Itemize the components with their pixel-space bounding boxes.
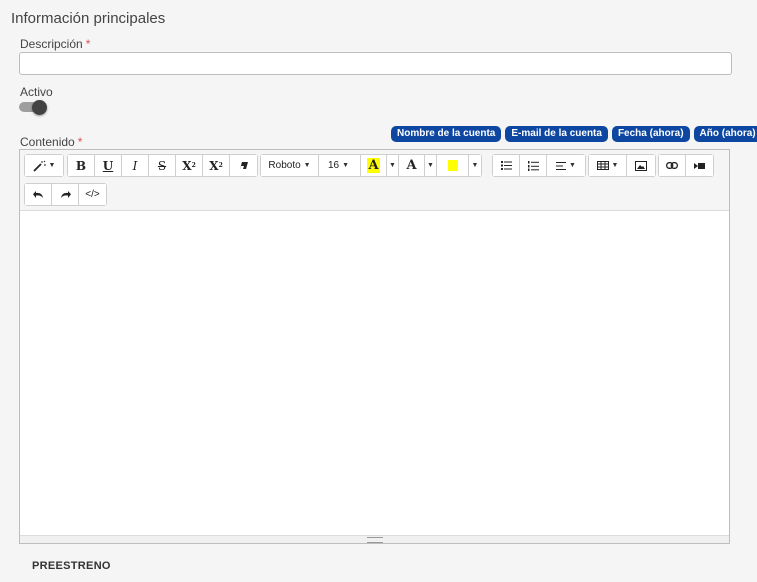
- description-label: Descripción *: [20, 37, 90, 51]
- chevron-down-icon: ▼: [611, 162, 619, 169]
- content-label-text: Contenido: [20, 135, 75, 149]
- chip-account-email[interactable]: E-mail de la cuenta: [505, 126, 608, 142]
- chevron-down-icon: ▼: [427, 162, 434, 169]
- resize-grip-icon: [367, 537, 383, 543]
- code-view-button[interactable]: </>: [79, 184, 106, 205]
- toggle-knob: [32, 100, 47, 115]
- paragraph-group: ▼: [492, 154, 586, 177]
- superscript-glyph: X: [182, 158, 192, 173]
- bullet-list-icon: [500, 161, 512, 170]
- highlight-color-button[interactable]: A: [361, 155, 387, 176]
- text-color-glyph: A: [406, 158, 417, 173]
- editor-resize-handle[interactable]: [20, 535, 729, 543]
- active-toggle[interactable]: [19, 100, 47, 115]
- chevron-down-icon: ▼: [569, 162, 576, 169]
- subscript-button[interactable]: X2: [203, 155, 230, 176]
- editor-toolbar: ▼ B U I S X2 X2 Roboto ▼ 16 ▼ A ▼ A ▼ ▼ …: [20, 150, 729, 211]
- ordered-list-button[interactable]: [520, 155, 547, 176]
- font-group: Roboto ▼ 16 ▼ A ▼ A ▼ ▼: [260, 154, 482, 177]
- description-label-text: Descripción: [20, 37, 83, 51]
- chevron-down-icon: ▼: [303, 162, 311, 169]
- subscript-glyph: X: [209, 158, 219, 173]
- highlight-color-dropdown[interactable]: ▼: [387, 155, 399, 176]
- font-family-value: Roboto: [268, 160, 301, 171]
- subscript-mark: 2: [218, 162, 223, 169]
- fill-color-button[interactable]: [437, 155, 469, 176]
- paragraph-align-dropdown[interactable]: ▼: [547, 155, 585, 176]
- underline-button[interactable]: U: [95, 155, 122, 176]
- superscript-button[interactable]: X2: [176, 155, 203, 176]
- fill-color-swatch: [447, 160, 458, 171]
- bold-button[interactable]: B: [68, 155, 95, 176]
- editor-content-area[interactable]: [20, 211, 729, 536]
- chip-account-name[interactable]: Nombre de la cuenta: [391, 126, 502, 142]
- content-label: Contenido *: [20, 135, 82, 149]
- image-icon: [635, 160, 647, 171]
- section-title: Información principales: [11, 10, 166, 27]
- font-style-group: B U I S X2 X2: [67, 154, 258, 177]
- chip-date-now[interactable]: Fecha (ahora): [611, 126, 690, 142]
- text-color-dropdown[interactable]: ▼: [425, 155, 437, 176]
- align-left-icon: [556, 161, 567, 170]
- chevron-down-icon: ▼: [471, 162, 479, 169]
- magic-wand-icon: [32, 160, 46, 172]
- redo-button[interactable]: [52, 184, 79, 205]
- history-group: </>: [24, 183, 107, 206]
- required-mark: *: [85, 37, 91, 51]
- redo-icon: [60, 190, 71, 198]
- active-label: Activo: [20, 85, 53, 99]
- link-video-group: [658, 154, 714, 177]
- superscript-mark: 2: [191, 162, 196, 169]
- italic-button[interactable]: I: [122, 155, 149, 176]
- video-icon: [694, 162, 705, 169]
- required-mark: *: [77, 135, 83, 149]
- fill-color-dropdown[interactable]: ▼: [469, 155, 481, 176]
- table-icon: [596, 161, 609, 170]
- insert-link-button[interactable]: [659, 155, 686, 176]
- strikethrough-button[interactable]: S: [149, 155, 176, 176]
- chevron-down-icon: ▼: [389, 162, 396, 169]
- chevron-down-icon: ▼: [342, 162, 350, 169]
- numbered-list-icon: [527, 160, 539, 171]
- table-image-group: ▼: [588, 154, 656, 177]
- insert-image-button[interactable]: [627, 155, 655, 176]
- insert-video-button[interactable]: [686, 155, 713, 176]
- chip-year-now[interactable]: Año (ahora): [693, 126, 757, 142]
- clear-format-button[interactable]: [230, 155, 257, 176]
- description-input[interactable]: [19, 52, 732, 75]
- chevron-down-icon: ▼: [48, 162, 56, 169]
- table-dropdown[interactable]: ▼: [589, 155, 627, 176]
- undo-button[interactable]: [25, 184, 52, 205]
- style-group: ▼: [24, 154, 64, 177]
- placeholder-chips: Nombre de la cuenta E-mail de la cuenta …: [391, 126, 757, 142]
- style-dropdown-button[interactable]: ▼: [25, 155, 63, 176]
- link-icon: [666, 162, 678, 169]
- rich-text-editor: ▼ B U I S X2 X2 Roboto ▼ 16 ▼ A ▼ A ▼ ▼ …: [19, 149, 730, 544]
- highlight-color-glyph: A: [367, 158, 380, 173]
- text-color-button[interactable]: A: [399, 155, 425, 176]
- preview-label: PREESTRENO: [32, 560, 111, 572]
- font-size-dropdown[interactable]: 16 ▼: [319, 155, 361, 176]
- eraser-icon: [239, 162, 248, 169]
- undo-icon: [32, 190, 43, 198]
- font-size-value: 16: [328, 160, 340, 171]
- unordered-list-button[interactable]: [493, 155, 520, 176]
- font-family-dropdown[interactable]: Roboto ▼: [261, 155, 319, 176]
